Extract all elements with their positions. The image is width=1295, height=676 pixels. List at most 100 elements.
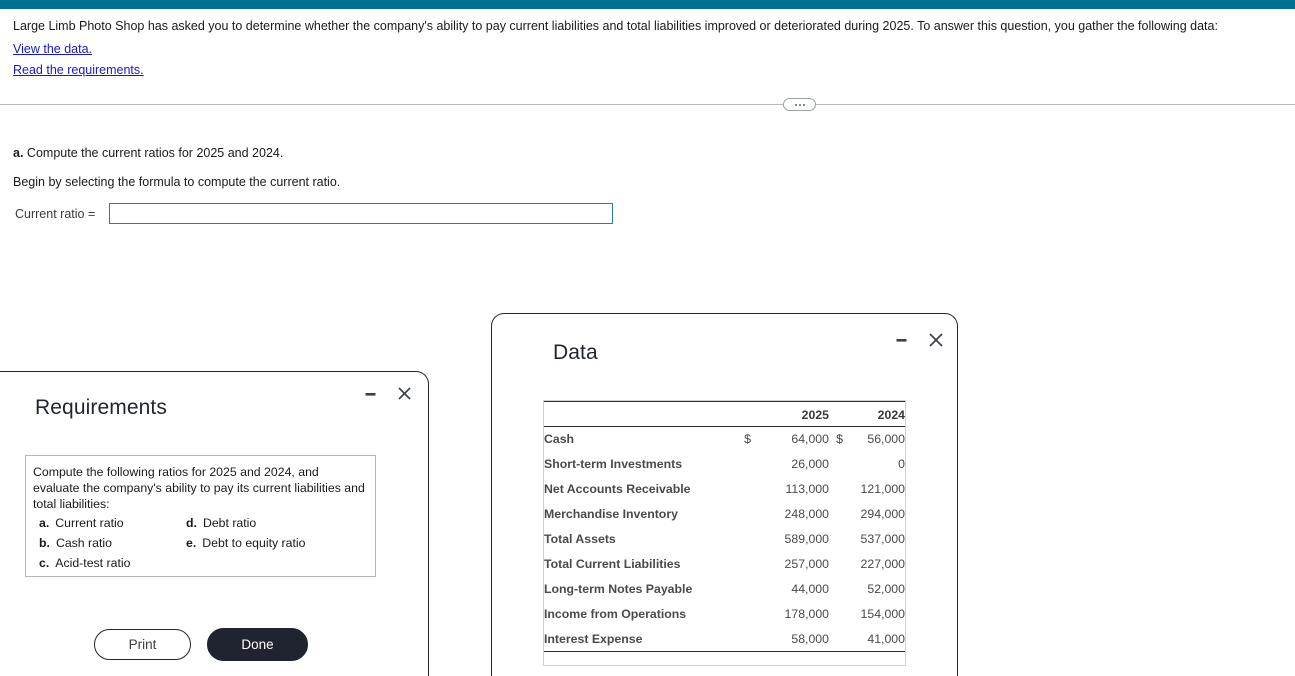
- part-a-text: Compute the current ratios for 2025 and …: [26, 146, 284, 160]
- financial-data-table: 2025 2024 Cash $64,000 $56,000 Short-term I…: [544, 401, 905, 652]
- requirement-label-c: Acid-test ratio: [55, 556, 131, 570]
- value-2024: 56,000: [867, 432, 905, 447]
- currency-symbol-2024: [829, 577, 843, 602]
- table-row: Total Assets 589,000 537,000: [544, 527, 905, 552]
- column-header-2024: 2024: [877, 407, 905, 422]
- page-root: Large Limb Photo Shop has asked you to d…: [0, 0, 1295, 676]
- currency-symbol-2024: [829, 527, 843, 552]
- ellipsis-icon[interactable]: [783, 98, 816, 111]
- requirement-letter-c: c.: [39, 556, 50, 570]
- row-label: Short-term Investments: [544, 457, 683, 471]
- table-row: Long-term Notes Payable 44,000 52,000: [544, 577, 905, 602]
- requirement-letter-d: d.: [186, 516, 197, 530]
- table-header-row: 2025 2024: [544, 401, 905, 427]
- part-a-letter: a.: [13, 146, 24, 160]
- view-data-link-row: View the data.: [13, 36, 1275, 57]
- value-2025: 26,000: [791, 457, 829, 471]
- begin-instruction: Begin by selecting the formula to comput…: [13, 175, 341, 189]
- close-icon[interactable]: [927, 331, 944, 348]
- currency-symbol-2025: [735, 477, 751, 502]
- requirement-item-c: c. Acid-test ratio: [39, 553, 130, 573]
- value-2024: 52,000: [867, 582, 905, 596]
- requirement-item-e: e. Debt to equity ratio: [186, 533, 305, 553]
- currency-symbol-2025: [735, 626, 751, 652]
- currency-symbol-2024: $: [836, 432, 843, 447]
- section-divider: [0, 98, 1295, 112]
- currency-symbol-2025: [735, 552, 751, 577]
- data-dialog-title: Data: [553, 341, 598, 364]
- table-row: Interest Expense 58,000 41,000: [544, 626, 905, 652]
- value-2025: 58,000: [751, 626, 829, 652]
- value-2025: 113,000: [785, 482, 829, 496]
- currency-symbol-2025: [735, 527, 751, 552]
- requirement-label-a: Current ratio: [55, 516, 124, 530]
- column-header-blank: [544, 402, 751, 427]
- currency-symbol-2024: [829, 477, 843, 502]
- currency-symbol-2024: [829, 452, 843, 477]
- currency-symbol-2024: [829, 502, 843, 527]
- value-2024: 0: [898, 457, 905, 471]
- requirements-dialog-controls: [362, 385, 413, 402]
- top-accent-bar: [0, 0, 1295, 9]
- table-row: Short-term Investments 26,000 0: [544, 452, 905, 477]
- requirements-dialog-buttons: Print Done: [94, 628, 308, 661]
- requirement-item-a: a. Current ratio: [39, 513, 124, 533]
- row-label: Income from Operations: [544, 607, 687, 621]
- table-row: Total Current Liabilities 257,000 227,000: [544, 552, 905, 577]
- row-label: Cash: [544, 432, 575, 447]
- value-2025: 178,000: [784, 607, 829, 621]
- close-icon[interactable]: [396, 385, 413, 402]
- value-2024: 41,000: [843, 626, 905, 652]
- row-label: Merchandise Inventory: [544, 507, 678, 521]
- value-2024: 537,000: [860, 532, 905, 546]
- minimize-icon[interactable]: [362, 385, 379, 402]
- read-the-requirements-link[interactable]: Read the requirements.: [13, 61, 144, 80]
- row-label: Long-term Notes Payable: [544, 582, 693, 596]
- requirement-letter-e: e.: [186, 536, 197, 550]
- table-row: Cash $64,000 $56,000: [544, 427, 905, 452]
- value-2025: 257,000: [784, 557, 829, 571]
- value-2024: 227,000: [860, 557, 905, 571]
- current-ratio-row: Current ratio =: [15, 203, 614, 224]
- done-button[interactable]: Done: [207, 628, 308, 661]
- minimize-icon[interactable]: [893, 331, 910, 348]
- requirements-list: a. Current ratio b. Cash ratio c. Acid-test…: [33, 513, 368, 575]
- requirement-item-d: d. Debt ratio: [186, 513, 256, 533]
- currency-symbol-2025: [735, 452, 751, 477]
- currency-symbol-2025: [735, 602, 751, 627]
- requirement-label-d: Debt ratio: [202, 516, 257, 530]
- financial-data-table-box: 2025 2024 Cash $64,000 $56,000 Short-term I…: [543, 400, 906, 666]
- divider-line: [0, 104, 1295, 105]
- value-2025: 248,000: [784, 507, 829, 521]
- requirement-item-b: b. Cash ratio: [39, 533, 112, 553]
- currency-symbol-2025: [735, 577, 751, 602]
- table-row: Net Accounts Receivable 113,000 121,000: [544, 477, 905, 502]
- table-row: Merchandise Inventory 248,000 294,000: [544, 502, 905, 527]
- value-2024: 121,000: [860, 482, 905, 496]
- table-head: 2025 2024: [544, 401, 905, 427]
- column-header-2025: 2025: [801, 407, 829, 422]
- currency-symbol-2024: [829, 552, 843, 577]
- print-button[interactable]: Print: [94, 629, 191, 660]
- current-ratio-input[interactable]: [109, 203, 614, 224]
- requirements-intro: Compute the following ratios for 2025 an…: [33, 465, 365, 511]
- currency-symbol-2024: [829, 602, 843, 627]
- requirements-dialog-title: Requirements: [35, 396, 167, 419]
- question-stem: Large Limb Photo Shop has asked you to d…: [13, 17, 1275, 78]
- value-2025: 64,000: [791, 432, 829, 447]
- read-requirements-link-row: Read the requirements.: [13, 57, 1275, 78]
- row-label: Net Accounts Receivable: [544, 482, 691, 496]
- table-row: Income from Operations 178,000 154,000: [544, 602, 905, 627]
- question-stem-text: Large Limb Photo Shop has asked you to d…: [13, 19, 1218, 33]
- table-body: Cash $64,000 $56,000 Short-term Investments…: [544, 427, 905, 652]
- requirement-letter-a: a.: [39, 516, 50, 530]
- row-label: Total Assets: [544, 532, 616, 546]
- row-label: Interest Expense: [544, 626, 735, 652]
- requirement-label-e: Debt to equity ratio: [202, 536, 306, 550]
- current-ratio-label: Current ratio =: [15, 206, 96, 221]
- part-a-prompt: a. Compute the current ratios for 2025 a…: [13, 146, 283, 160]
- value-2024: 294,000: [860, 507, 905, 521]
- value-2025: 44,000: [791, 582, 829, 596]
- requirements-content-box: Compute the following ratios for 2025 an…: [25, 455, 376, 577]
- row-label: Total Current Liabilities: [544, 557, 681, 571]
